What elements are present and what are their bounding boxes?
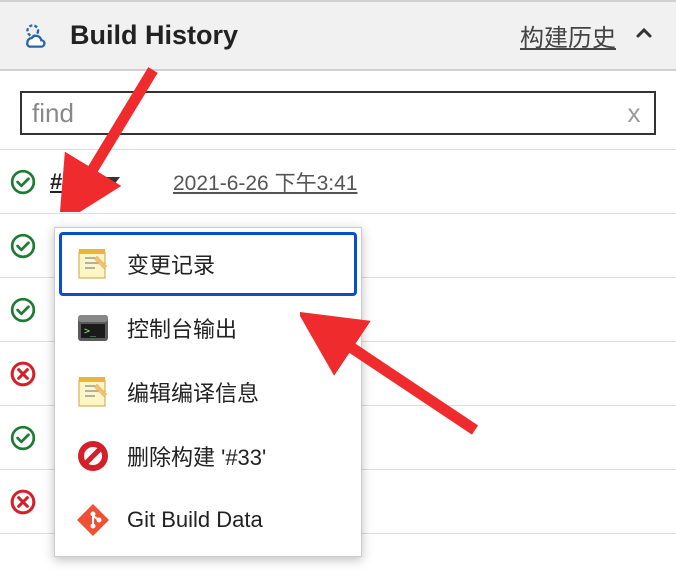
clear-icon[interactable]: x: [614, 98, 654, 129]
svg-text:>_: >_: [84, 326, 97, 337]
failure-icon: [10, 361, 36, 387]
menu-label: 控制台输出: [127, 312, 237, 344]
success-icon: [10, 425, 36, 451]
menu-label: 编辑编译信息: [127, 376, 259, 408]
notepad-icon: [75, 374, 111, 410]
success-icon: [10, 297, 36, 323]
terminal-icon: >_: [75, 310, 111, 346]
menu-item-changes[interactable]: 变更记录: [59, 232, 357, 296]
page-title: Build History: [70, 20, 238, 51]
build-timestamp[interactable]: 2021-6-26 下午3:41: [173, 167, 357, 197]
history-link[interactable]: 构建历史: [520, 18, 616, 53]
annotation-arrow: [58, 62, 168, 212]
git-icon: [75, 502, 111, 538]
header-right: 构建历史: [520, 18, 656, 53]
success-icon: [10, 233, 36, 259]
success-icon: [10, 169, 36, 195]
chevron-up-icon[interactable]: [632, 21, 656, 50]
jenkins-weather-icon: [20, 19, 54, 53]
failure-icon: [10, 489, 36, 515]
notepad-icon: [75, 246, 111, 282]
menu-item-git[interactable]: Git Build Data: [59, 488, 357, 552]
menu-label: 删除构建 '#33': [127, 440, 266, 472]
header-left: Build History: [20, 19, 238, 53]
annotation-arrow: [300, 300, 490, 450]
prohibit-icon: [75, 438, 111, 474]
menu-label: 变更记录: [127, 248, 215, 280]
menu-label: Git Build Data: [127, 507, 263, 533]
build-history-header: Build History 构建历史: [0, 0, 676, 71]
